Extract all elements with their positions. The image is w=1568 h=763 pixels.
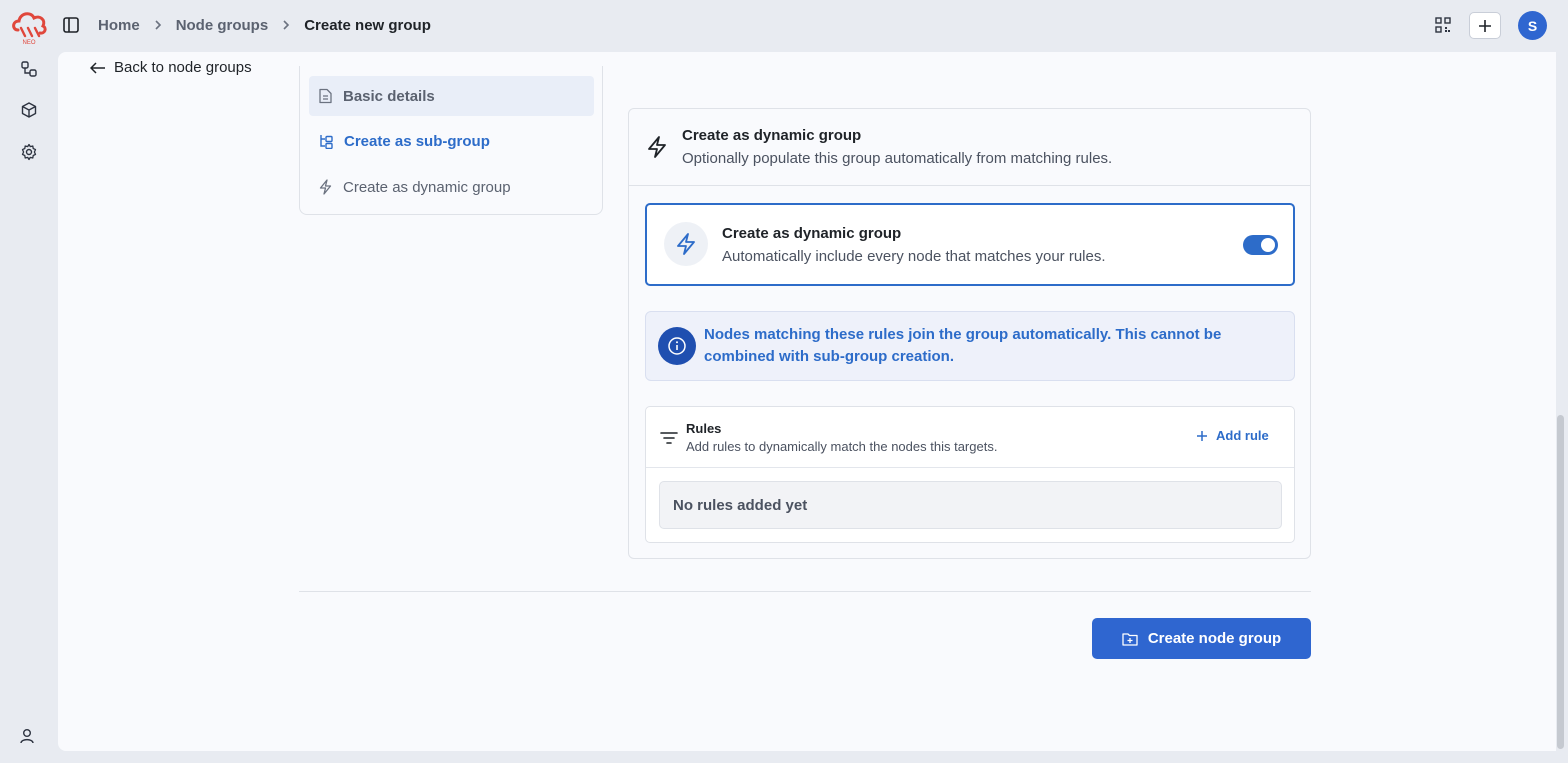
create-node-group-button[interactable]: Create node group	[1092, 618, 1311, 659]
top-bar: NEO Home Node groups Create new group S	[0, 0, 1568, 52]
dynamic-group-toggle-card[interactable]: Create as dynamic group Automatically in…	[645, 203, 1295, 286]
divider	[299, 591, 1311, 592]
lightning-icon	[664, 222, 708, 266]
breadcrumb-node-groups[interactable]: Node groups	[176, 17, 269, 34]
qr-code-icon[interactable]	[1434, 16, 1452, 34]
step-label: Create as dynamic group	[343, 178, 511, 196]
section-header: Create as dynamic group Optionally popul…	[629, 109, 1310, 186]
step-dynamic-group[interactable]: Create as dynamic group	[309, 167, 594, 207]
hierarchy-icon	[320, 135, 333, 149]
dynamic-group-section: Create as dynamic group Optionally popul…	[628, 108, 1311, 559]
step-label: Basic details	[343, 87, 435, 105]
step-basic-details[interactable]: Basic details	[309, 76, 594, 116]
add-rule-label: Add rule	[1216, 428, 1269, 443]
main-content: Back to node groups Basic details Create…	[58, 52, 1556, 751]
empty-rules-state: No rules added yet	[659, 481, 1282, 529]
step-sub-group[interactable]: Create as sub-group	[309, 121, 594, 161]
breadcrumb: Home Node groups Create new group	[98, 16, 431, 34]
step-label: Create as sub-group	[344, 132, 490, 150]
svg-text:NEO: NEO	[22, 40, 35, 46]
chevron-right-icon	[268, 16, 304, 34]
new-item-button[interactable]	[1469, 12, 1501, 39]
plus-icon	[1197, 430, 1207, 441]
arrow-left-icon	[90, 61, 105, 74]
rules-panel: Rules Add rules to dynamically match the…	[645, 406, 1295, 543]
toggle-title: Create as dynamic group	[722, 225, 902, 242]
plus-icon	[1479, 19, 1491, 32]
toggle-description: Automatically include every node that ma…	[722, 248, 1106, 265]
section-description: Optionally populate this group automatic…	[682, 150, 1113, 167]
breadcrumb-home[interactable]: Home	[98, 17, 140, 34]
lightning-icon	[319, 179, 332, 195]
lightning-icon	[648, 136, 666, 158]
document-icon	[319, 88, 332, 104]
back-link-label: Back to node groups	[114, 59, 252, 76]
folder-plus-icon	[1122, 632, 1138, 646]
nodes-nav-icon[interactable]	[20, 60, 38, 78]
info-text: Nodes matching these rules join the grou…	[704, 326, 1222, 365]
rules-description: Add rules to dynamically match the nodes…	[686, 439, 998, 454]
package-nav-icon[interactable]	[20, 101, 38, 119]
dynamic-group-toggle[interactable]	[1243, 235, 1278, 255]
app-logo[interactable]: NEO	[9, 6, 49, 46]
toggle-knob	[1261, 238, 1275, 252]
chevron-right-icon	[140, 16, 176, 34]
account-icon[interactable]	[18, 727, 36, 745]
info-notice: Nodes matching these rules join the grou…	[645, 311, 1295, 381]
user-avatar[interactable]: S	[1518, 11, 1547, 40]
filter-icon	[660, 432, 678, 444]
create-button-label: Create node group	[1147, 630, 1282, 647]
breadcrumb-current: Create new group	[304, 16, 431, 34]
settings-gear-icon[interactable]	[20, 143, 38, 161]
add-rule-button[interactable]: Add rule	[1196, 428, 1269, 443]
cloud-logo-icon: NEO	[12, 12, 47, 46]
section-title: Create as dynamic group	[682, 127, 862, 144]
rules-title: Rules	[686, 421, 722, 436]
info-icon	[658, 327, 696, 365]
step-nav: Basic details Create as sub-group Create…	[299, 66, 603, 215]
sidebar-toggle-icon[interactable]	[62, 16, 80, 34]
scrollbar[interactable]	[1557, 415, 1564, 749]
rules-header: Rules Add rules to dynamically match the…	[646, 407, 1294, 468]
back-link[interactable]: Back to node groups	[90, 59, 252, 76]
